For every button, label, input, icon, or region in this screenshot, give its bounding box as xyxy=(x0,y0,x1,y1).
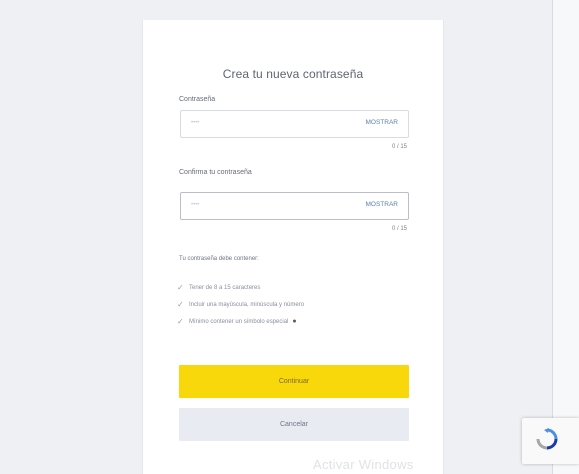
page-title: Crea tu nueva contraseña xyxy=(222,67,364,81)
recaptcha-badge[interactable] xyxy=(522,418,579,464)
requirements-title: Tu contraseña debe contener: xyxy=(179,256,259,262)
password-card: Crea tu nueva contraseña Contraseña ••••… xyxy=(142,20,444,474)
requirements-list: ✓ Tener de 8 a 15 caracteres ✓ Incluir u… xyxy=(177,279,304,330)
check-icon: ✓ xyxy=(177,300,184,309)
password-label: Contraseña xyxy=(179,96,216,103)
right-scroll-strip xyxy=(553,0,579,474)
password-placeholder: •••• xyxy=(191,120,200,126)
requirement-item: ✓ Incluir una mayúscula, minúscula y núm… xyxy=(177,296,304,313)
password-field[interactable]: •••• MOSTRAR xyxy=(180,110,409,138)
check-icon: ✓ xyxy=(177,317,184,326)
continue-button[interactable]: Continuar xyxy=(179,365,409,398)
cancel-button[interactable]: Cancelar xyxy=(179,408,409,441)
requirement-item: ✓ Tener de 8 a 15 caracteres xyxy=(177,279,304,296)
check-icon: ✓ xyxy=(177,283,184,292)
requirement-text: Incluir una mayúscula, minúscula y númer… xyxy=(189,301,305,308)
password-counter: 0 / 15 xyxy=(391,144,407,150)
confirm-password-label: Confirma tu contraseña xyxy=(179,169,252,176)
recaptcha-icon xyxy=(536,428,558,450)
requirement-item: ✓ Mínimo contener un símbolo especial ● xyxy=(177,313,304,330)
info-icon[interactable]: ● xyxy=(292,318,296,325)
requirement-text: Mínimo contener un símbolo especial xyxy=(189,318,289,325)
requirement-text: Tener de 8 a 15 caracteres xyxy=(189,284,261,291)
show-password-button[interactable]: MOSTRAR xyxy=(366,119,399,126)
show-confirm-password-button[interactable]: MOSTRAR xyxy=(366,201,399,208)
confirm-password-counter: 0 / 15 xyxy=(391,226,407,232)
windows-activation-watermark: Activar Windows xyxy=(313,457,414,472)
confirm-password-field[interactable]: •••• MOSTRAR xyxy=(180,192,409,220)
confirm-password-placeholder: •••• xyxy=(191,202,200,208)
